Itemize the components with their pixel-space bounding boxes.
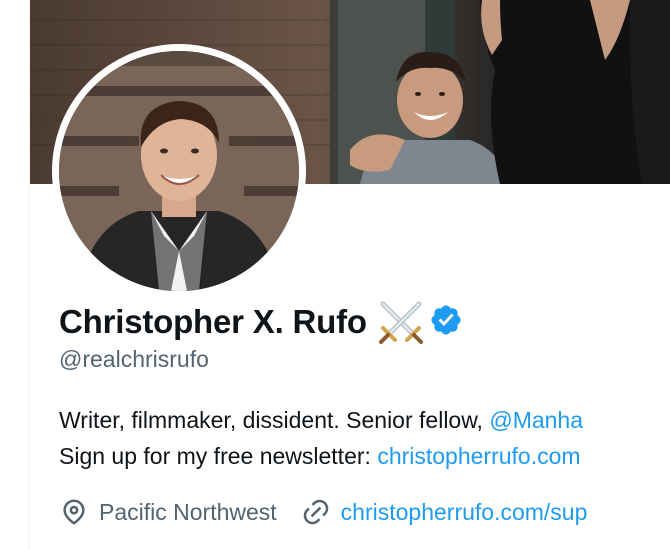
profile-bio: Writer, filmmaker, dissident. Senior fel…	[59, 402, 670, 474]
bio-newsletter-link[interactable]: christopherrufo.com	[377, 443, 580, 469]
profile-meta: Pacific Northwest christopherrufo.com/su…	[59, 494, 611, 530]
profile-page: Christopher X. Rufo @realchrisrufo Write…	[0, 0, 670, 550]
avatar[interactable]	[59, 51, 299, 291]
name-row: Christopher X. Rufo	[59, 300, 463, 344]
location-item: Pacific Northwest	[59, 497, 277, 527]
crossed-swords-icon	[377, 300, 425, 344]
website-link[interactable]: christopherrufo.com/sup	[341, 499, 588, 526]
display-name: Christopher X. Rufo	[59, 303, 367, 340]
website-item: christopherrufo.com/sup	[301, 497, 588, 527]
bio-text-1: Writer, filmmaker, dissident. Senior fel…	[59, 407, 490, 433]
location-text: Pacific Northwest	[99, 498, 277, 525]
bio-text-2: Sign up for my free newsletter:	[59, 443, 378, 469]
location-pin-icon	[63, 499, 85, 525]
bio-line-1: Writer, filmmaker, dissident. Senior fel…	[59, 402, 670, 438]
bio-line-2: Sign up for my free newsletter: christop…	[59, 438, 670, 474]
bio-mention-link[interactable]: @Manha	[489, 407, 583, 433]
link-icon	[303, 499, 328, 525]
verified-badge-icon[interactable]	[429, 303, 463, 337]
avatar-photo	[59, 51, 299, 291]
user-handle: @realchrisrufo	[59, 346, 209, 372]
